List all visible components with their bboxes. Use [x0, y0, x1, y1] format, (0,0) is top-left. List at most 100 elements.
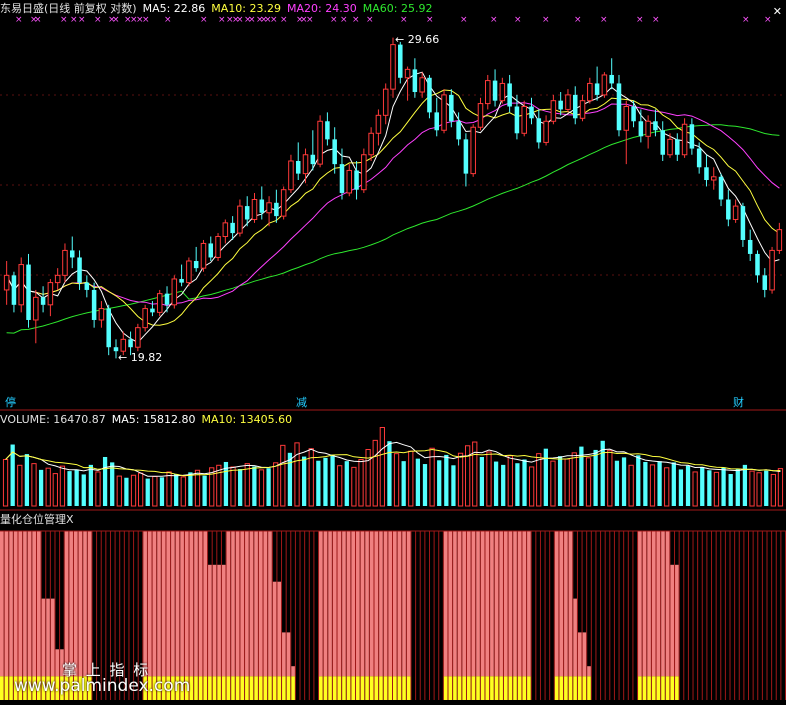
signal-label-right: 财	[733, 396, 744, 409]
volume-bar	[621, 457, 627, 506]
candle-body	[150, 308, 155, 313]
volume-bar	[707, 470, 712, 506]
position-bar	[245, 531, 249, 677]
position-bar	[240, 531, 245, 677]
candle-body	[3, 274, 10, 291]
volume-bar	[38, 469, 44, 506]
volume-bar	[45, 467, 51, 507]
candle-body	[18, 264, 24, 306]
position-bar	[582, 632, 587, 677]
position-bar	[393, 531, 397, 677]
position-base-bar	[406, 676, 411, 700]
position-base-bar	[494, 676, 499, 700]
position-bar	[194, 531, 198, 677]
position-base-bar	[476, 676, 480, 700]
position-bar	[268, 531, 272, 677]
position-base-bar	[480, 676, 485, 700]
candle-body	[477, 103, 484, 128]
position-base-bar	[235, 676, 240, 700]
candle-body	[361, 154, 367, 191]
signal-label-mid: 减	[296, 396, 307, 409]
position-base-bar	[342, 676, 346, 700]
volume-bar	[777, 468, 784, 507]
candle-body	[710, 176, 717, 181]
volume-bar	[130, 474, 137, 507]
close-button[interactable]: ✕	[773, 6, 782, 18]
volume-bar	[372, 439, 378, 507]
position-bar	[351, 531, 356, 677]
candle-body	[62, 249, 68, 276]
position-base-bar	[254, 676, 258, 700]
position-base-bar	[4, 676, 9, 700]
volume-bar	[756, 472, 762, 507]
position-base-bar	[337, 676, 342, 700]
candle-body	[332, 139, 337, 165]
candle-body	[164, 293, 170, 305]
candle-body	[638, 121, 644, 137]
candle-body	[769, 249, 775, 291]
volume-bar	[593, 449, 598, 506]
volume-bar	[770, 473, 776, 507]
candle-body	[419, 77, 425, 93]
signal-cross-marker: ×	[400, 15, 408, 25]
position-bar	[527, 531, 531, 677]
position-bar	[356, 531, 360, 677]
position-bar	[64, 531, 69, 677]
volume-bar	[67, 471, 72, 506]
position-bar	[18, 531, 23, 677]
position-base-bar	[577, 676, 582, 700]
position-base-bar	[268, 676, 272, 700]
volume-bar	[81, 474, 86, 506]
ma5-legend: MA5: 22.86	[142, 2, 206, 15]
volume-bar	[742, 464, 748, 506]
candlestick-panel	[3, 37, 783, 359]
volume-bar	[145, 478, 150, 506]
position-base-bar	[249, 676, 254, 700]
position-bar	[231, 531, 235, 677]
candle-body	[135, 327, 141, 348]
volume-bar	[2, 458, 9, 507]
position-bar	[143, 531, 147, 677]
candle-body	[740, 206, 746, 240]
position-base-bar	[582, 676, 587, 700]
position-bar	[587, 666, 591, 677]
position-bar	[638, 531, 642, 677]
position-bar	[508, 531, 513, 677]
position-bar	[480, 531, 485, 677]
position-bar	[346, 531, 351, 677]
position-base-bar	[231, 676, 235, 700]
position-bar	[453, 531, 457, 677]
position-base-bar	[226, 676, 231, 700]
candle-body	[521, 106, 527, 134]
volume-bar	[316, 460, 321, 506]
candle-body	[40, 297, 46, 305]
candle-body	[587, 82, 593, 102]
volume-bar	[408, 450, 414, 507]
volume-bar	[664, 467, 670, 507]
candle-body	[259, 199, 265, 213]
position-base-bar	[568, 676, 573, 700]
position-base-bar	[323, 676, 328, 700]
position-base-bar	[194, 676, 198, 700]
position-bar	[212, 564, 217, 677]
position-bar	[46, 598, 50, 677]
volume-bar	[728, 474, 733, 506]
candle-body	[616, 83, 622, 131]
position-bar	[0, 531, 4, 677]
position-bar	[328, 531, 332, 677]
position-bar	[503, 531, 508, 677]
position-base-bar	[402, 676, 406, 700]
candle-body	[579, 100, 586, 119]
candle-body	[558, 100, 563, 110]
position-base-bar	[351, 676, 356, 700]
position-base-bar	[360, 676, 365, 700]
volume-bar	[735, 469, 740, 506]
position-bar	[651, 531, 656, 677]
candle-body	[251, 198, 258, 220]
position-base-bar	[0, 676, 4, 700]
position-bar	[217, 564, 221, 677]
candle-body	[368, 132, 374, 156]
position-base-bar	[665, 676, 670, 700]
position-bar	[568, 531, 573, 677]
signal-label-left: 停	[5, 396, 16, 409]
